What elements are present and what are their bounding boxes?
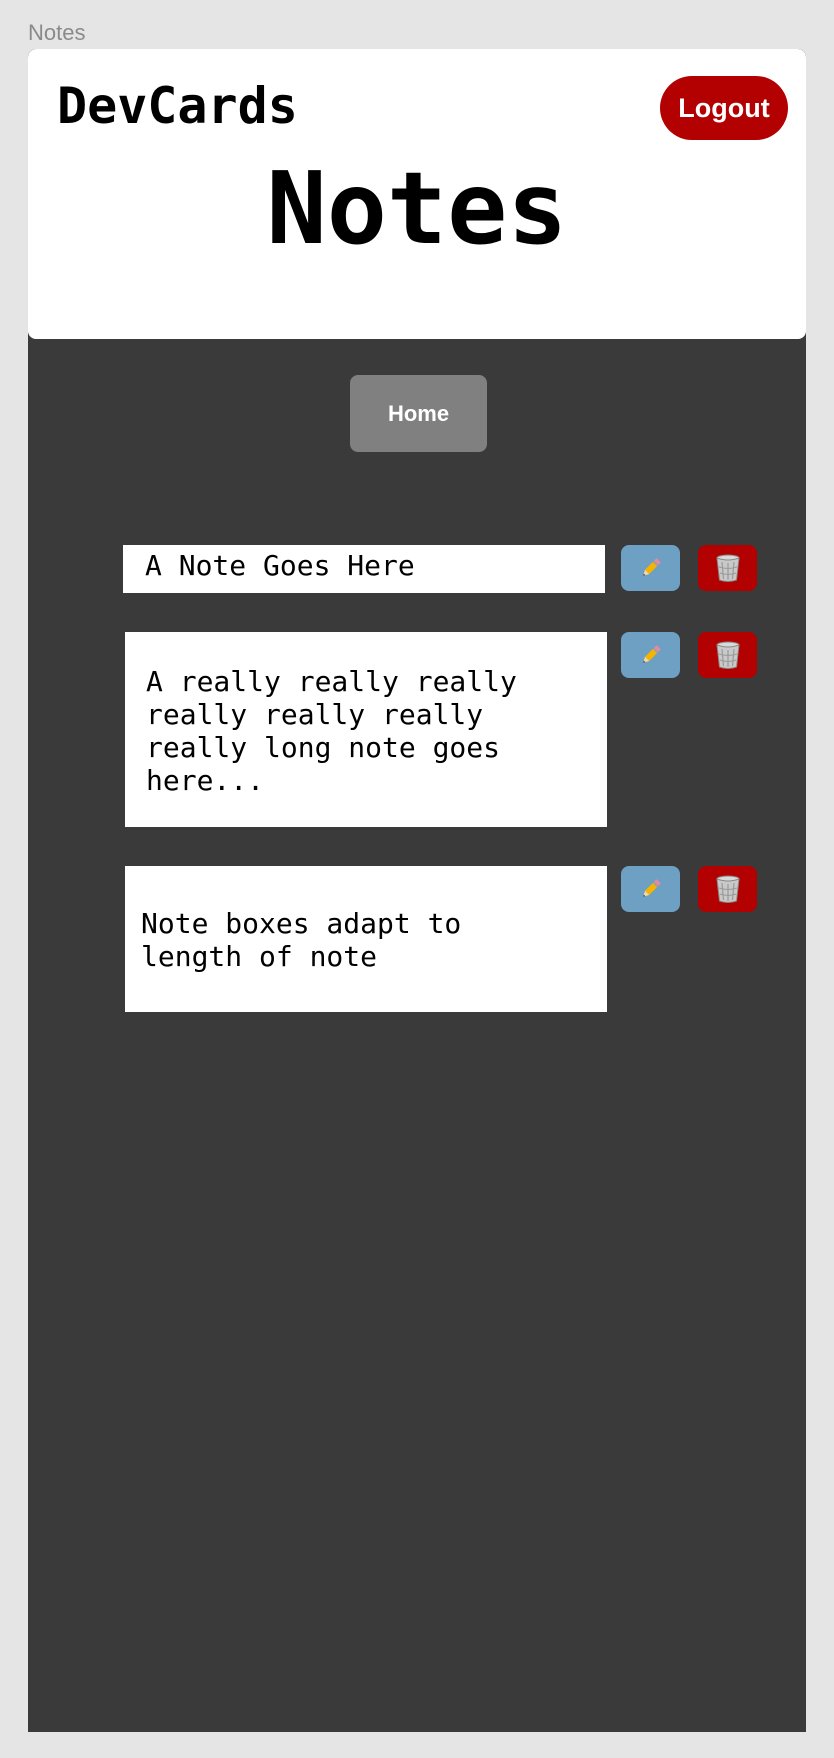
logout-button[interactable]: Logout	[660, 76, 788, 140]
delete-note-button[interactable]	[698, 632, 757, 678]
note-card: A Note Goes Here	[123, 545, 605, 593]
edit-note-button[interactable]	[621, 545, 680, 591]
edit-note-button[interactable]	[621, 632, 680, 678]
home-button[interactable]: Home	[350, 375, 487, 452]
trash-icon	[715, 554, 740, 582]
frame-label: Notes	[28, 20, 86, 45]
delete-note-button[interactable]	[698, 866, 757, 912]
page-title: Notes	[266, 150, 568, 267]
trash-icon	[715, 641, 740, 669]
header: DevCards Logout Notes	[28, 49, 806, 339]
brand-title: DevCards	[57, 77, 298, 135]
notes-page: DevCards Logout Notes Home A Note Goes H…	[28, 49, 806, 1732]
trash-icon	[715, 875, 740, 903]
note-card: A really really really really really rea…	[125, 632, 607, 827]
note-card: Note boxes adapt to length of note	[125, 866, 607, 1012]
pencil-icon	[642, 645, 661, 663]
pencil-icon	[642, 558, 661, 576]
delete-note-button[interactable]	[698, 545, 757, 591]
pencil-icon	[642, 879, 661, 897]
edit-note-button[interactable]	[621, 866, 680, 912]
